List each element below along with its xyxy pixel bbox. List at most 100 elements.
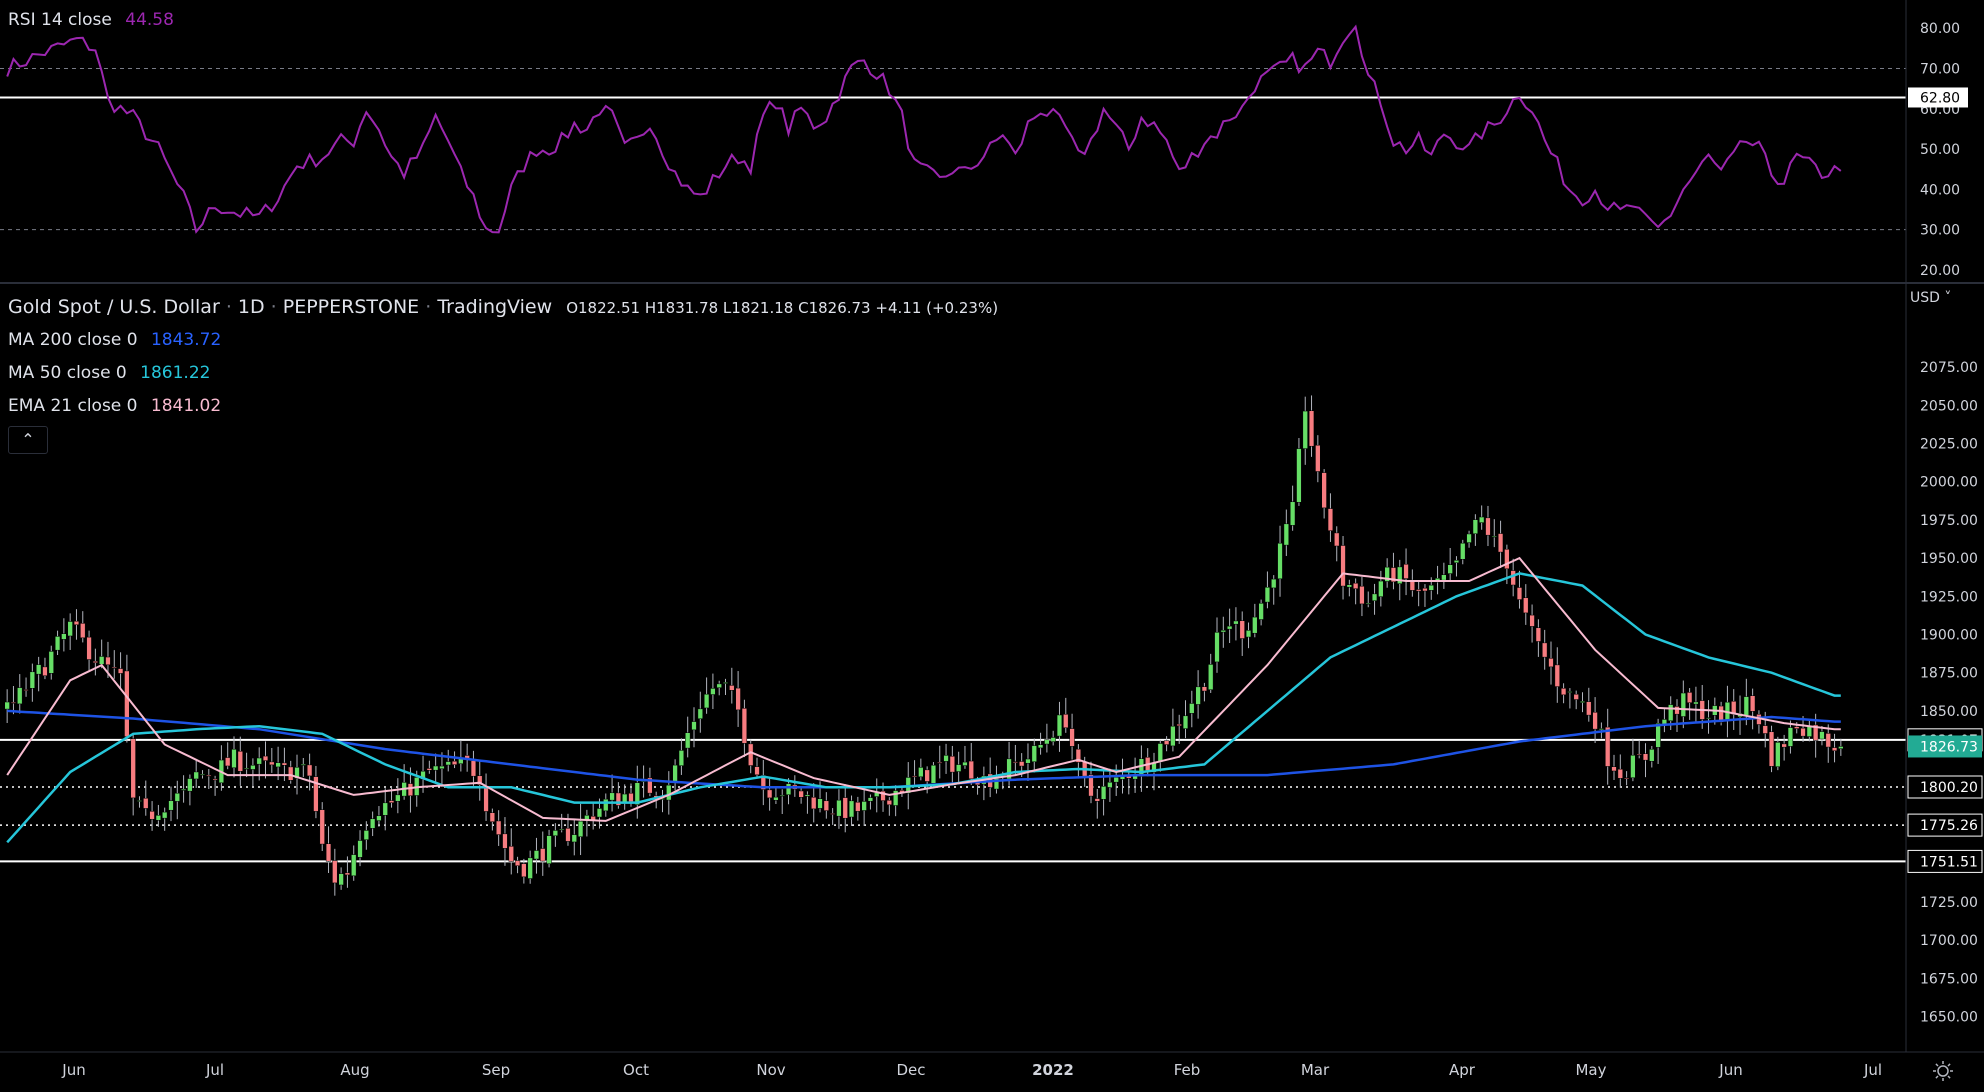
candle-body [962, 761, 968, 766]
candle-body [729, 685, 735, 691]
price-tick-label: 2075.00 [1920, 360, 1978, 376]
candle-body [111, 666, 117, 669]
candle-body [911, 775, 918, 778]
candle-body [1523, 597, 1529, 614]
candle-body [577, 820, 584, 837]
rsi-legend[interactable]: RSI 14 close 44.58 [8, 10, 174, 30]
main-legend[interactable]: Gold Spot / U.S. Dollar · 1D · PEPPERSTO… [8, 296, 998, 318]
candle-body [1044, 739, 1050, 745]
candle-body [1693, 701, 1699, 705]
candle-body [1668, 704, 1674, 722]
candle-body [1806, 726, 1812, 737]
candle-body [86, 636, 92, 660]
time-tick-label: Sep [482, 1061, 510, 1079]
candle-body [306, 764, 313, 777]
candle-body [1182, 715, 1189, 729]
candle-body [855, 801, 861, 812]
rsi-line [6, 24, 1842, 234]
candle-body [823, 800, 829, 811]
candle-body [1554, 664, 1560, 687]
time-tick-label: Jul [1863, 1061, 1882, 1079]
candle-body [609, 792, 615, 801]
candle-body [1655, 723, 1661, 748]
candle-body [1025, 758, 1031, 764]
candle-body [1775, 742, 1781, 767]
candle-body [10, 702, 17, 704]
candle-body [1579, 701, 1586, 703]
candle-body [798, 790, 804, 798]
candle-body [1416, 589, 1422, 592]
candle-body [1063, 714, 1069, 729]
candle-body [1598, 728, 1605, 731]
candle-body [1686, 692, 1693, 703]
time-tick-label: Mar [1301, 1061, 1330, 1079]
candle-body [596, 808, 603, 818]
ma50-legend[interactable]: MA 50 close 0 1861.22 [8, 363, 210, 383]
candle-body [489, 812, 496, 823]
candle-body [1460, 542, 1466, 560]
level-tag-label: 1800.20 [1920, 780, 1978, 796]
chart-canvas[interactable]: 20.0030.0040.0050.0060.0070.0080.0062.80… [0, 0, 1984, 1092]
time-tick-label: 2022 [1032, 1061, 1074, 1079]
candle-body [17, 687, 23, 705]
separator-dot: · [425, 296, 432, 318]
candle-body [105, 656, 111, 666]
candle-body [1170, 725, 1176, 747]
ohlc-low: L1821.18 [722, 299, 794, 317]
candle-body [1516, 587, 1523, 600]
candle-body [1794, 726, 1800, 729]
candle-body [250, 765, 256, 770]
candle-body [344, 872, 351, 876]
candle-body [4, 701, 10, 710]
source-label: TradingView [437, 296, 553, 318]
candle-body [867, 797, 874, 802]
ma200-legend[interactable]: MA 200 close 0 1843.72 [8, 330, 221, 350]
time-tick-label: Apr [1449, 1061, 1476, 1079]
candle-body [546, 835, 552, 864]
candle-body [439, 765, 445, 770]
gear-icon[interactable] [1932, 1060, 1954, 1082]
candle-body [231, 748, 237, 769]
candle-body [117, 668, 124, 674]
price-tick-label: 1950.00 [1920, 551, 1978, 567]
candle-body [1586, 701, 1592, 716]
candle-body [1113, 777, 1119, 783]
price-tick-label: 2000.00 [1920, 475, 1978, 491]
candle-body [483, 785, 489, 812]
price-tick-label: 1975.00 [1920, 513, 1978, 529]
ema21-legend[interactable]: EMA 21 close 0 1841.02 [8, 396, 221, 416]
collapse-legend-button[interactable]: ⌃ [8, 426, 48, 454]
candle-body [603, 798, 609, 812]
candle-body [1346, 584, 1352, 588]
candle-body [269, 761, 275, 766]
currency-selector[interactable]: USD ˅ [1910, 290, 1951, 306]
candle-body [29, 671, 36, 689]
candle-body [1271, 578, 1277, 589]
candle-body [949, 755, 956, 773]
candle-body [136, 800, 143, 802]
price-tick-label: 1875.00 [1920, 666, 1978, 682]
candle-body [212, 778, 218, 781]
candle-body [1529, 614, 1535, 627]
candle-body [36, 664, 42, 675]
candle-body [1037, 744, 1044, 749]
candle-body [1189, 703, 1195, 714]
ohlc-close: C1826.73 [798, 299, 871, 317]
candle-body [1258, 603, 1264, 620]
candle-body [1838, 746, 1844, 749]
ma50-legend-value: 1861.22 [140, 363, 211, 383]
ohlc-high: H1831.78 [644, 299, 719, 317]
candle-body [1768, 731, 1775, 767]
candle-body [1403, 563, 1409, 579]
candle-body [168, 800, 174, 811]
candle-body [1296, 448, 1302, 503]
candle-body [1056, 714, 1063, 737]
candle-body [559, 828, 565, 831]
candle-body [1315, 444, 1321, 472]
candle-body [193, 771, 199, 780]
level-tag-label: 1775.26 [1920, 818, 1978, 834]
candle-body [754, 766, 760, 776]
candle-body [1441, 574, 1447, 581]
candle-body [319, 809, 325, 845]
candle-body [1819, 731, 1825, 740]
